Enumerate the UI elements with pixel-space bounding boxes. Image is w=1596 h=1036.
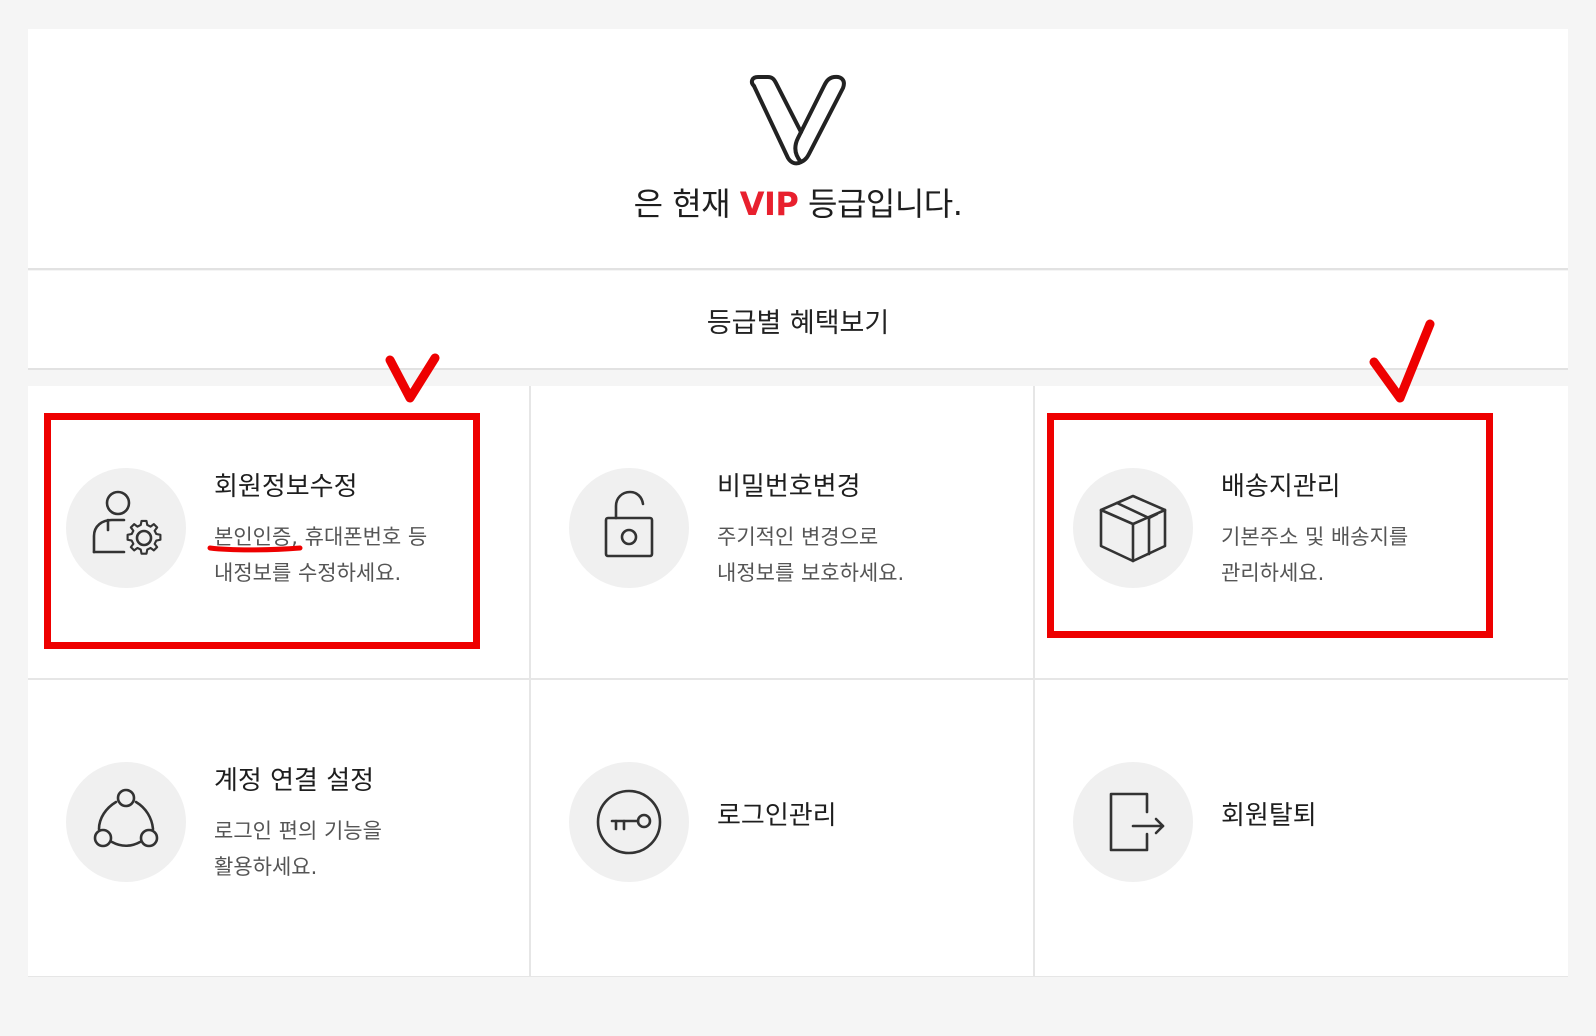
annotation-highlight-box [44,413,480,649]
menu-description: 로그인 편의 기능을 활용하세요. [214,813,382,885]
menu-login-management[interactable]: 로그인관리 [531,680,1032,972]
annotation-highlight-box [1047,413,1493,638]
menu-title: 비밀번호변경 [717,472,861,502]
v-logo-icon [749,74,846,166]
menu-withdraw-membership[interactable]: 회원탈퇴 [1035,680,1536,972]
menu-description-line: 로그인 편의 기능을 [214,819,382,843]
menu-description-line: 주기적인 변경으로 [717,525,879,549]
grade-suffix: 등급입니다. [798,185,963,223]
menu-description-line: 내정보를 보호하세요. [717,561,905,585]
menu-title: 계정 연결 설정 [214,766,375,796]
connected-nodes-icon [66,762,186,882]
annotation-checkmark [385,353,440,403]
menu-description: 주기적인 변경으로 내정보를 보호하세요. [717,519,904,591]
menu-description-line: 활용하세요. [214,855,318,879]
annotation-underline [207,545,303,553]
annotation-checkmark [1369,319,1435,403]
menu-change-password[interactable]: 비밀번호변경 주기적인 변경으로 내정보를 보호하세요. [531,386,1032,678]
menu-title: 로그인관리 [717,801,837,831]
grade-benefits-link[interactable]: 등급별 혜택보기 [28,301,1568,340]
grade-prefix: 은 현재 [633,185,740,223]
grade-status-text: 은 현재 VIP 등급입니다. [28,179,1568,225]
benefits-panel: 등급별 혜택보기 [28,271,1568,370]
grade-panel: 은 현재 VIP 등급입니다. [28,29,1568,270]
grade-level: VIP [739,185,799,223]
key-icon [569,762,689,882]
menu-title: 회원탈퇴 [1221,801,1317,831]
logout-door-icon [1073,762,1193,882]
menu-account-link-settings[interactable]: 계정 연결 설정 로그인 편의 기능을 활용하세요. [28,680,529,972]
unlock-icon [569,468,689,588]
